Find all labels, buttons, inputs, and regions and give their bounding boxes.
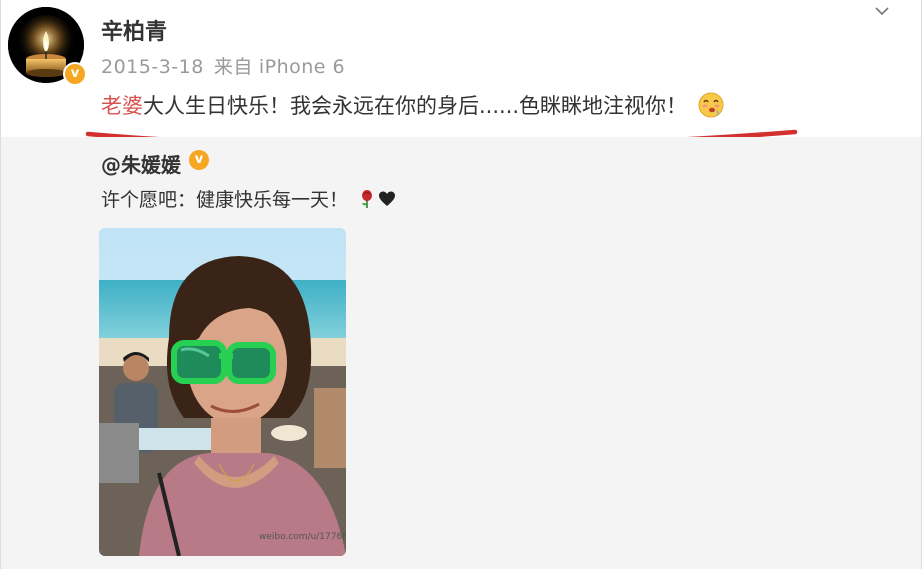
verified-badge: v [63,62,87,86]
photo-watermark: weibo.com/u/1776869765 [259,532,346,542]
repost-photo[interactable]: weibo.com/u/1776869765 [99,228,346,556]
repost-text-content: 许个愿吧：健康快乐每一天！ [101,189,349,211]
author-name[interactable]: 辛柏青 [101,14,167,46]
post-text-rest: 大人生日快乐！我会永远在你的身后......色眯眯地注视你！ [143,94,688,118]
chevron-down-icon[interactable] [873,2,891,20]
selfie-photo-image [99,228,346,556]
repost-author-name[interactable]: @朱媛媛 [101,149,181,178]
source-prefix: 来自 [213,56,253,78]
repost-verified-badge: v [189,150,209,170]
repost-card[interactable]: @朱媛媛 v 许个愿吧：健康快乐每一天！ weibo.com/u/17768 [0,137,922,569]
source-device[interactable]: iPhone 6 [259,56,345,78]
post-text-highlight: 老婆 [101,94,143,118]
left-border [0,0,1,569]
repost-text: 许个愿吧：健康快乐每一天！ [101,185,396,212]
post-date[interactable]: 2015-3-18 [101,56,204,78]
rose-icon [362,190,373,208]
post-meta: 2015-3-18 来自 iPhone 6 [101,52,345,79]
post-header: v 辛柏青 2015-3-18 来自 iPhone 6 老婆大人生日快乐！我会永远在… [0,0,922,149]
black-heart-icon [379,191,396,206]
drooling-face-emoji-icon [698,92,724,118]
post-text: 老婆大人生日快乐！我会永远在你的身后......色眯眯地注视你！ [101,90,725,120]
